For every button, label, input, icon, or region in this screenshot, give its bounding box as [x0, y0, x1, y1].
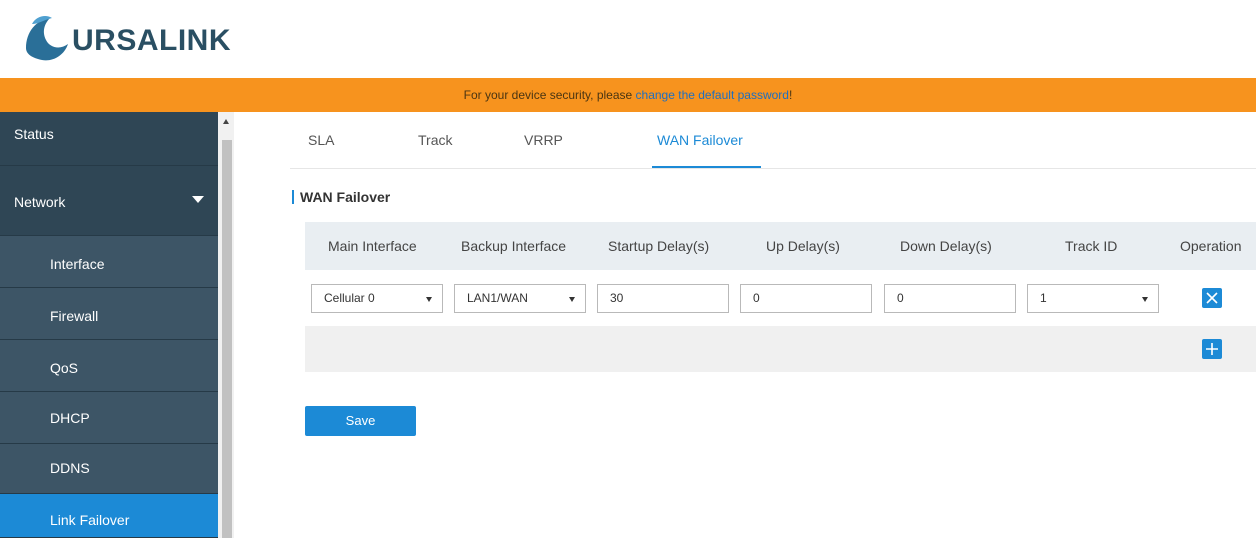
tab-sla[interactable]: SLA [308, 132, 334, 148]
add-row-button[interactable] [1202, 339, 1222, 359]
tab-vrrp[interactable]: VRRP [524, 132, 563, 148]
banner-text: For your device security, please [463, 88, 636, 102]
down-delay-input[interactable]: 0 [884, 284, 1016, 313]
up-delay-input[interactable]: 0 [740, 284, 872, 313]
down-delay-value: 0 [897, 291, 904, 305]
logo-text: URSALINK [72, 24, 231, 57]
scrollbar-thumb[interactable] [222, 140, 232, 538]
sidebar-item-label: Status [14, 126, 54, 142]
column-header: Up Delay(s) [766, 238, 840, 254]
header: URSALINK [0, 0, 1256, 78]
sidebar-item-qos[interactable]: QoS [0, 340, 218, 392]
tab-track[interactable]: Track [418, 132, 452, 148]
sidebar-item-status[interactable]: Status [0, 112, 218, 166]
dropdown-arrow-icon [1142, 297, 1148, 302]
column-header: Operation [1180, 238, 1242, 254]
change-password-link[interactable]: change the default password [636, 88, 789, 102]
sidebar-item-label: QoS [50, 360, 79, 376]
tab-wan-failover[interactable]: WAN Failover [657, 132, 743, 148]
sidebar-item-network[interactable]: Network [0, 166, 218, 236]
main-interface-value: Cellular 0 [324, 291, 375, 305]
sidebar-item-dhcp[interactable]: DHCP [0, 392, 218, 444]
table-add-row [305, 326, 1256, 372]
scroll-up-arrow-icon[interactable] [223, 119, 229, 124]
sidebar-scrollbar[interactable] [218, 112, 234, 538]
startup-delay-input[interactable]: 30 [597, 284, 729, 313]
sidebar-item-firewall[interactable]: Firewall [0, 288, 218, 340]
section-marker [292, 190, 294, 204]
delete-row-button[interactable] [1202, 288, 1222, 308]
sidebar-item-label: Interface [50, 256, 105, 272]
column-header: Main Interface [328, 238, 417, 254]
plus-icon [1206, 343, 1218, 355]
startup-delay-value: 30 [610, 291, 624, 305]
logo-mark-icon [26, 16, 68, 61]
track-id-select[interactable]: 1 [1027, 284, 1159, 313]
banner-suffix: ! [788, 88, 793, 102]
dropdown-arrow-icon [569, 297, 575, 302]
close-icon [1206, 292, 1218, 304]
section-title: WAN Failover [300, 189, 391, 205]
column-header: Startup Delay(s) [608, 238, 710, 254]
sidebar-item-link-failover[interactable]: Link Failover [0, 494, 218, 538]
column-header: Down Delay(s) [900, 238, 992, 254]
backup-interface-select[interactable]: LAN1/WAN [454, 284, 586, 313]
column-header: Track ID [1065, 238, 1118, 254]
active-tab-indicator [652, 166, 761, 168]
up-delay-value: 0 [753, 291, 760, 305]
save-button[interactable]: Save [305, 406, 416, 436]
sidebar-item-label: Network [14, 194, 66, 210]
sidebar-item-ddns[interactable]: DDNS [0, 444, 218, 494]
sidebar-item-label: DHCP [50, 410, 90, 426]
column-header: Backup Interface [461, 238, 567, 254]
dropdown-arrow-icon [426, 297, 432, 302]
sidebar-item-interface[interactable]: Interface [0, 236, 218, 288]
track-id-value: 1 [1040, 291, 1047, 305]
sidebar-item-label: Firewall [50, 308, 99, 324]
tabs-divider [290, 168, 1256, 169]
caret-down-icon [192, 196, 204, 203]
backup-interface-value: LAN1/WAN [467, 291, 528, 305]
sidebar-item-label: Link Failover [50, 512, 130, 528]
security-notice-banner: For your device security, please change … [0, 78, 1256, 112]
sidebar: Status Network Interface Firewall QoS DH… [0, 112, 218, 538]
ursalink-logo: URSALINK [20, 10, 250, 70]
main-interface-select[interactable]: Cellular 0 [311, 284, 443, 313]
sidebar-item-label: DDNS [50, 460, 90, 476]
